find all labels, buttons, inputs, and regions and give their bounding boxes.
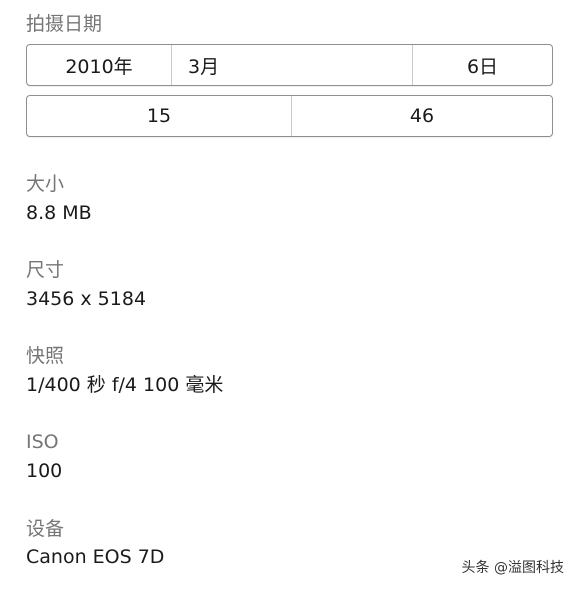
iso-label: ISO [26,431,59,453]
device-value: Canon EOS 7D [26,546,165,568]
iso-value: 100 [26,460,63,482]
size-value: 8.8 MB [26,202,92,224]
hour-picker-segment[interactable]: 15 [27,96,291,136]
watermark: 头条 @溢图科技 [461,560,564,576]
shutter-value: 1/400 秒 f/4 100 毫米 [26,374,224,396]
date-picker[interactable]: 2010年 3月 6日 [26,44,553,86]
dimensions-label: 尺寸 [26,259,65,281]
dimensions-value: 3456 x 5184 [26,288,147,310]
device-label: 设备 [26,518,65,540]
month-picker-segment[interactable]: 3月 [171,45,412,85]
shutter-label: 快照 [26,345,65,367]
size-label: 大小 [26,173,65,195]
minute-picker-segment[interactable]: 46 [291,96,552,136]
time-picker[interactable]: 15 46 [26,95,553,137]
year-picker-segment[interactable]: 2010年 [27,45,171,85]
date-taken-label: 拍摄日期 [26,13,103,35]
day-picker-segment[interactable]: 6日 [412,45,552,85]
